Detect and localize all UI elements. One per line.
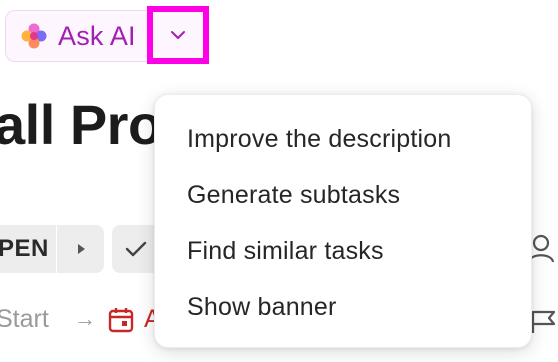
start-date-label[interactable]: Start bbox=[0, 305, 49, 334]
chevron-down-icon bbox=[169, 29, 187, 41]
arrow-right-icon: → bbox=[74, 306, 96, 331]
menu-item-improve-description[interactable]: Improve the description bbox=[155, 111, 531, 167]
ask-ai-dropdown-toggle[interactable] bbox=[147, 6, 209, 64]
next-status-button[interactable] bbox=[57, 242, 104, 256]
menu-item-find-similar-tasks[interactable]: Find similar tasks bbox=[155, 223, 531, 279]
calendar-icon bbox=[108, 307, 134, 338]
status-label: PEN bbox=[0, 235, 49, 262]
priority-flag-icon[interactable] bbox=[530, 309, 558, 340]
menu-item-generate-subtasks[interactable]: Generate subtasks bbox=[155, 167, 531, 223]
status-selector[interactable]: PEN bbox=[0, 225, 104, 273]
ask-ai-label: Ask AI bbox=[58, 20, 136, 51]
task-title: all Proj bbox=[0, 93, 177, 156]
menu-item-show-banner[interactable]: Show banner bbox=[155, 279, 531, 335]
ask-ai-menu: Improve the description Generate subtask… bbox=[154, 94, 532, 348]
ask-ai-button[interactable]: Ask AI bbox=[5, 10, 147, 62]
ai-sparkle-icon bbox=[20, 22, 48, 50]
caret-right-icon bbox=[77, 244, 85, 254]
checkmark-icon bbox=[125, 241, 147, 257]
